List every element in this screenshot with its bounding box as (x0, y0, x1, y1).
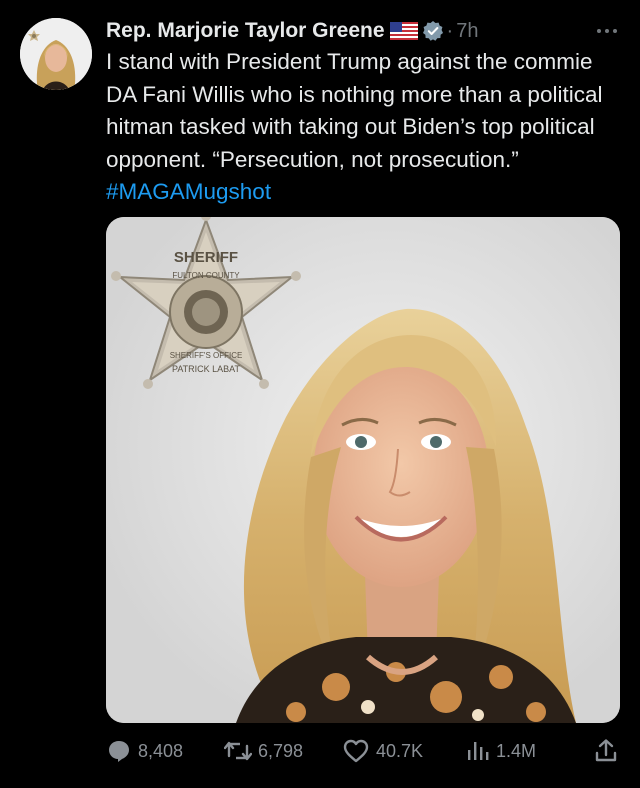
flag-icon (389, 22, 418, 40)
like-button[interactable]: 40.7K (342, 733, 423, 769)
tweet[interactable]: Rep. Marjorie Taylor Greene · 7h I stand… (0, 0, 640, 788)
reply-count: 8,408 (138, 740, 184, 761)
action-bar: 8,408 6,798 40.7K 1.4M (106, 733, 620, 769)
tweet-media-image[interactable]: SHERIFF FULTON COUNTY SHERIFF'S OFFICE P… (106, 217, 620, 723)
hashtag-link[interactable]: #MAGAMugshot (106, 179, 271, 204)
views-icon (468, 742, 489, 760)
badge-title: SHERIFF (174, 249, 238, 266)
views-button[interactable]: 1.4M (466, 733, 536, 769)
badge-office: SHERIFF'S OFFICE (170, 351, 243, 360)
reply-icon (109, 741, 129, 762)
more-icon[interactable] (590, 18, 624, 44)
verified-icon[interactable] (422, 20, 444, 42)
like-icon (343, 739, 369, 763)
badge-name: PATRICK LABAT (172, 364, 241, 374)
repost-icon (224, 741, 252, 761)
repost-count: 6,798 (258, 740, 304, 761)
repost-button[interactable]: 6,798 (224, 733, 303, 769)
badge-county: FULTON COUNTY (172, 271, 240, 280)
share-icon (595, 739, 617, 762)
views-count: 1.4M (496, 740, 537, 761)
reply-button[interactable]: 8,408 (106, 733, 183, 769)
separator-dot: · (446, 19, 454, 42)
like-count: 40.7K (376, 740, 424, 761)
tweet-header: Rep. Marjorie Taylor Greene · 7h (106, 16, 478, 46)
timestamp[interactable]: 7h (456, 20, 478, 43)
tweet-text-body: I stand with President Trump against the… (106, 49, 603, 172)
author-name[interactable]: Rep. Marjorie Taylor Greene (106, 19, 385, 43)
avatar[interactable] (20, 18, 92, 90)
tweet-text: I stand with President Trump against the… (106, 46, 626, 209)
share-button[interactable] (594, 733, 624, 769)
